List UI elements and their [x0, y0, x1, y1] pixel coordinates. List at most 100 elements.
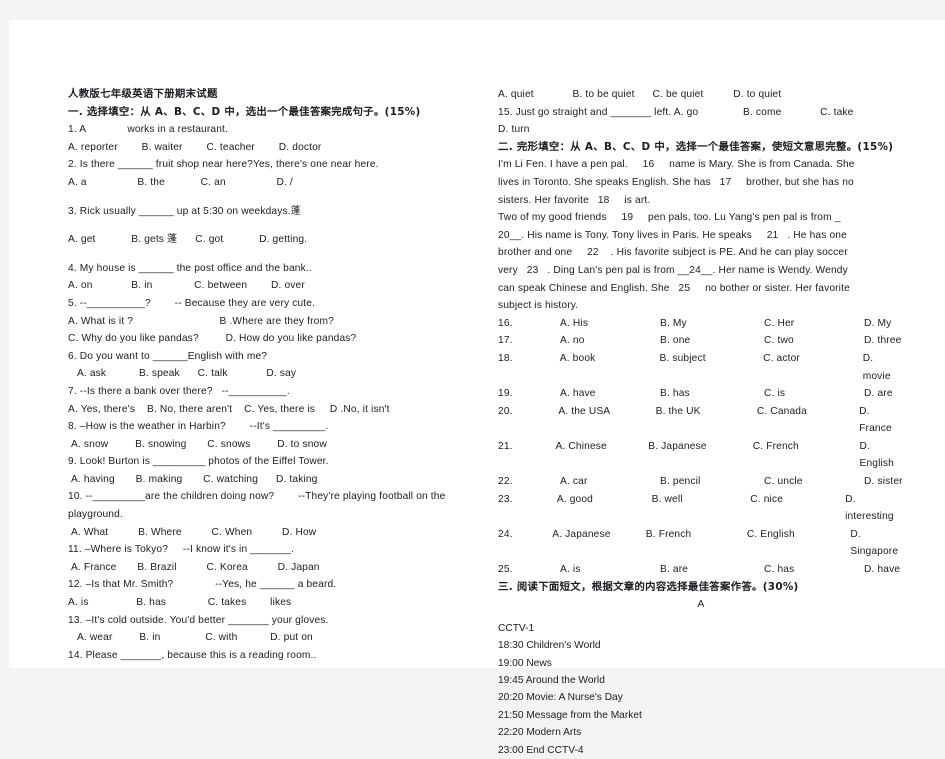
- cloze-option-number: 21.: [498, 440, 513, 452]
- cloze-option-c: C. has: [764, 564, 795, 576]
- question-14-options: A. quiet B. to be quiet C. be quiet D. t…: [498, 89, 782, 100]
- cloze-option-row: 19. A. have B. has C. is D. are: [498, 385, 904, 403]
- cloze-option-row: 16. A. His B. My C. Her D. My: [498, 315, 904, 333]
- question-11-options: A. France B. Brazil C. Korea D. Japan: [68, 561, 320, 573]
- cloze-option-number: 18.: [498, 352, 513, 364]
- cloze-option-a: A. car: [560, 476, 588, 488]
- cloze-passage-line: subject is history.: [498, 300, 579, 312]
- cloze-option-b: B. subject: [659, 352, 706, 364]
- question-7-stem: 7. --Is there a bank over there? --_____…: [68, 385, 290, 397]
- cloze-passage-line: 20__. His name is Tony. Tony lives in Pa…: [498, 229, 847, 241]
- cloze-option-number: 24.: [498, 528, 513, 540]
- question-13-options: A. wear B. in C. with D. put on: [68, 632, 313, 644]
- cloze-passage-line: very 23 . Ding Lan's pen pal is from __2…: [498, 264, 848, 276]
- question-2-stem: 2. Is there ______ fruit shop near here?…: [68, 159, 379, 171]
- question-12-stem: 12. –Is that Mr. Smith? --Yes, he ______…: [68, 579, 337, 591]
- question-10-stem: 10. --_________are the children doing no…: [68, 491, 446, 503]
- cloze-option-b: B. Japanese: [648, 440, 707, 452]
- cloze-option-number: 20.: [498, 405, 513, 417]
- tv-schedule-item: 23:00 End CCTV-4: [498, 744, 584, 756]
- cloze-option-b: B. pencil: [660, 476, 701, 488]
- exam-sheet: 人教版七年级英语下册期末试题 一. 选择填空：从 A、B、C、D 中，选出一个最…: [68, 86, 904, 756]
- cloze-passage-line: brother and one 22 . His favorite subjec…: [498, 247, 848, 259]
- cloze-option-c: C. uncle: [764, 476, 803, 488]
- reading-passage-label: A: [697, 599, 705, 611]
- cloze-option-a: A. Chinese: [555, 440, 607, 452]
- cloze-option-a: A. His: [560, 317, 589, 329]
- cloze-option-b: B. French: [645, 528, 692, 540]
- tv-schedule-item: 20:20 Movie: A Nurse's Day: [498, 692, 623, 704]
- cloze-option-d: D. have: [864, 564, 901, 576]
- question-6-options: A. ask B. speak C. talk D. say: [68, 368, 297, 380]
- question-10-stem-cont: playground.: [68, 509, 123, 521]
- cloze-option-a: A. Japanese: [552, 528, 611, 540]
- cloze-option-d: D. three: [864, 335, 902, 347]
- cloze-option-number: 23.: [498, 493, 513, 505]
- cloze-option-d: D. sister: [864, 476, 903, 488]
- cloze-option-d: D. are: [864, 388, 893, 400]
- cloze-option-c: C. actor: [763, 352, 800, 364]
- cloze-option-row: 22. A. car B. pencil C. uncle D. sister: [498, 473, 904, 491]
- cloze-option-d: D. interesting: [845, 493, 894, 523]
- tv-schedule-item: 18:30 Children's World: [498, 640, 601, 652]
- cloze-option-number: 16.: [498, 317, 513, 329]
- question-15-stem: 15. Just go straight and _______ left. A…: [498, 106, 854, 118]
- cloze-option-row: 17. A. no B. one C. two D. three: [498, 332, 904, 350]
- question-8-stem: 8. –How is the weather in Harbin? --It's…: [68, 421, 329, 433]
- cloze-option-a: A. good: [556, 493, 593, 505]
- cloze-option-a: A. no: [560, 335, 585, 347]
- cloze-option-c: C. Her: [764, 317, 795, 329]
- cloze-option-b: B. are: [660, 564, 689, 576]
- question-4-stem: 4. My house is ______ the post office an…: [68, 262, 312, 274]
- cloze-option-c: C. two: [764, 335, 794, 347]
- cloze-option-a: A. have: [560, 388, 596, 400]
- question-6-stem: 6. Do you want to ______English with me?: [68, 350, 268, 362]
- section-one-heading: 一. 选择填空：从 A、B、C、D 中，选出一个最佳答案完成句子。(15%): [68, 105, 421, 118]
- question-3-options: A. get B. gets 蓬 C. got D. getting.: [68, 234, 308, 246]
- cloze-option-d: D. Singapore: [850, 528, 899, 558]
- cloze-option-a: A. the USA: [558, 405, 611, 417]
- tv-schedule-item: 19:45 Around the World: [498, 675, 605, 687]
- tv-schedule-item: 19:00 News: [498, 657, 552, 669]
- question-10-options: A. What B. Where C. When D. How: [68, 526, 317, 538]
- cloze-option-c: C. is: [764, 388, 786, 400]
- cloze-option-c: C. French: [752, 440, 799, 452]
- cloze-option-row: 23. A. good B. well C. nice D. interesti…: [498, 491, 904, 526]
- question-4-options: A. on B. in C. between D. over: [68, 280, 305, 292]
- cloze-option-row: 18. A. book B. subject C. actor D. movie: [498, 350, 904, 385]
- cloze-option-row: 24. A. Japanese B. French C. English D. …: [498, 526, 904, 561]
- section-two-heading: 二. 完形填空：从 A、B、C、D 中，选择一个最佳答案，使短文意思完整。(15…: [498, 140, 894, 153]
- cloze-option-d: D. English: [859, 440, 894, 470]
- cloze-option-c: C. nice: [750, 493, 784, 505]
- question-9-stem: 9. Look! Burton is _________ photos of t…: [68, 456, 329, 468]
- cloze-option-b: B. the UK: [655, 405, 701, 417]
- question-7-options: A. Yes, there's B. No, there aren't C. Y…: [68, 403, 390, 415]
- cloze-option-number: 25.: [498, 564, 513, 576]
- cloze-option-b: B. My: [660, 317, 687, 329]
- cloze-passage-line: Two of my good friends 19 pen pals, too.…: [498, 212, 841, 224]
- cloze-option-d: D. movie: [862, 352, 891, 382]
- cloze-passage-line: lives in Toronto. She speaks English. Sh…: [498, 176, 854, 188]
- cloze-option-number: 22.: [498, 476, 513, 488]
- question-1-stem: 1. A works in a restaurant.: [68, 124, 229, 136]
- tv-schedule-item: 21:50 Message from the Market: [498, 709, 642, 721]
- cloze-option-d: D. My: [864, 317, 892, 329]
- question-15-options: D. turn: [498, 124, 530, 136]
- cloze-option-a: A. is: [560, 564, 581, 576]
- cloze-option-row: 25. A. is B. are C. has D. have: [498, 561, 904, 579]
- question-13-stem: 13. –It's cold outside. You'd better ___…: [68, 614, 329, 626]
- cloze-option-row: 20. A. the USA B. the UK C. Canada D. Fr…: [498, 403, 904, 438]
- cloze-passage-line: I'm Li Fen. I have a pen pal. 16 name is…: [498, 159, 855, 171]
- cloze-option-d: D. France: [859, 405, 892, 435]
- question-12-options: A. is B. has C. takes likes: [68, 597, 292, 609]
- tv-channel-name: CCTV-1: [498, 622, 535, 634]
- question-3-stem: 3. Rick usually ______ up at 5:30 on wee…: [68, 205, 302, 217]
- question-5-options-cd: C. Why do you like pandas? D. How do you…: [68, 333, 357, 345]
- page-title: 人教版七年级英语下册期末试题: [68, 88, 218, 100]
- cloze-option-a: A. book: [559, 352, 596, 364]
- cloze-passage-line: can speak Chinese and English. She 25 no…: [498, 282, 850, 294]
- document-page: 人教版七年级英语下册期末试题 一. 选择填空：从 A、B、C、D 中，选出一个最…: [9, 20, 945, 756]
- question-2-options: A. a B. the C. an D. /: [68, 176, 293, 188]
